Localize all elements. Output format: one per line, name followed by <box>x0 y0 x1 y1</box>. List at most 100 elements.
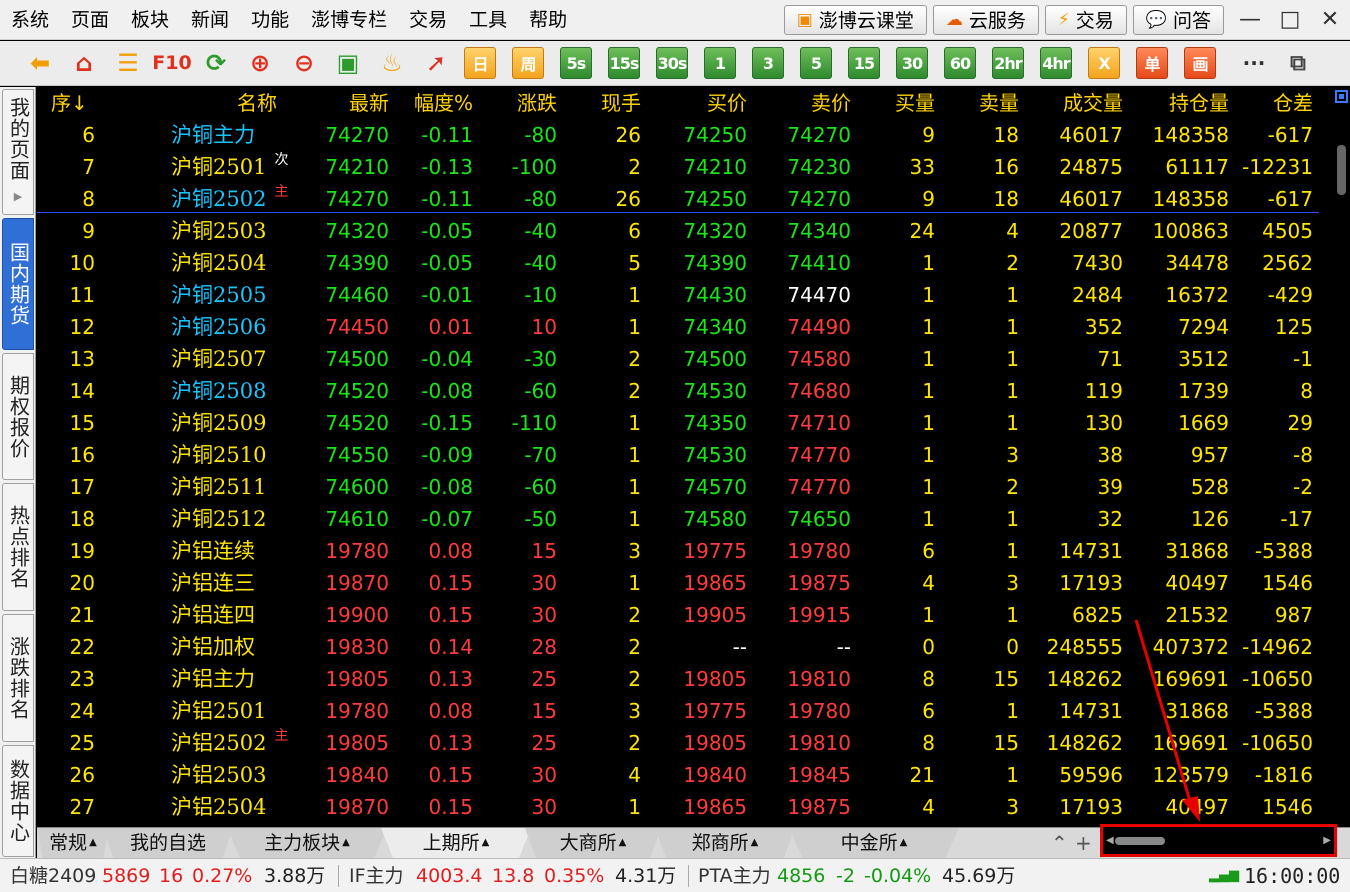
period-5s[interactable]: 5s <box>560 47 592 79</box>
refresh-icon[interactable]: ⟳ <box>194 43 238 83</box>
contract-name[interactable]: 沪铜2506 <box>171 311 266 343</box>
column-header-seq[interactable]: 序↓ <box>51 87 111 119</box>
menu-tools[interactable]: 工具 <box>458 0 518 40</box>
horizontal-scrollbar[interactable]: ◀ ▶ <box>1100 824 1337 857</box>
corner-square-icon[interactable] <box>1335 90 1348 103</box>
period-15s[interactable]: 15s <box>608 47 640 79</box>
column-header-ask[interactable]: 卖价 <box>747 87 851 119</box>
menu-column[interactable]: 澎博专栏 <box>300 0 398 40</box>
menu-sector[interactable]: 板块 <box>120 0 180 40</box>
contract-name[interactable]: 沪铜2502 主 <box>171 183 288 215</box>
column-header-chg[interactable]: 涨跌 <box>473 87 557 119</box>
vertical-scrollbar[interactable] <box>1333 87 1350 827</box>
tab-dce[interactable]: 大商所 ▲ <box>525 828 661 858</box>
ticker-name-1[interactable]: 白糖2409 <box>10 859 96 892</box>
draw-button[interactable]: 画 <box>1184 47 1216 79</box>
table-row[interactable]: 6 沪铜主力 74270 -0.11 -80 26 74250 74270 9 18 46017 14… <box>37 119 1333 151</box>
contract-name[interactable]: 沪铜2510 <box>171 439 266 471</box>
tab-general[interactable]: 常规 ▲ <box>37 828 109 858</box>
add-tab-icon[interactable]: + <box>1075 828 1092 858</box>
table-row[interactable]: 22 沪铝加权 19830 0.14 28 2 -- -- 0 0 248555 407372 -149… <box>37 631 1333 663</box>
tab-shfe[interactable]: 上期所 ▲ <box>381 828 531 858</box>
column-header-pct[interactable]: 幅度% <box>389 87 473 119</box>
contract-name[interactable]: 沪铜2504 <box>171 247 266 279</box>
menu-system[interactable]: 系统 <box>0 0 60 40</box>
table-row[interactable]: 25 沪铝2502 主 19805 0.13 25 2 19805 19810 8 15 148262… <box>37 727 1333 759</box>
table-row[interactable]: 19 沪铝连续 19780 0.08 15 3 19775 19780 6 1 14731 31868… <box>37 535 1333 567</box>
zoom-out-icon[interactable]: ⊖ <box>282 43 326 83</box>
contract-name[interactable]: 沪铝主力 <box>171 663 255 695</box>
table-row[interactable]: 15 沪铜2509 74520 -0.15 -110 1 74350 74710 1 1 130 16… <box>37 407 1333 439</box>
period-15m[interactable]: 15 <box>848 47 880 79</box>
contract-name[interactable]: 沪铜2505 <box>171 279 266 311</box>
column-header-bidv[interactable]: 买量 <box>851 87 935 119</box>
sidebar-change-ranking[interactable]: 涨跌排名 <box>2 614 34 742</box>
period-2hr[interactable]: 2hr <box>992 47 1024 79</box>
contract-name[interactable]: 沪铜2511 <box>171 471 266 503</box>
zoom-in-icon[interactable]: ⊕ <box>238 43 282 83</box>
contract-name[interactable]: 沪铜2509 <box>171 407 266 439</box>
table-row[interactable]: 8 沪铜2502 主 74270 -0.11 -80 26 74250 74270 9 18 4601… <box>37 183 1333 215</box>
contract-name[interactable]: 沪铝连四 <box>171 599 255 631</box>
period-30m[interactable]: 30 <box>896 47 928 79</box>
contract-name[interactable]: 沪铝加权 <box>171 631 255 663</box>
menu-page[interactable]: 页面 <box>60 0 120 40</box>
table-row[interactable]: 21 沪铝连四 19900 0.15 30 2 19905 19915 1 1 6825 21532 9… <box>37 599 1333 631</box>
contract-name[interactable]: 沪铜2507 <box>171 343 266 375</box>
table-row[interactable]: 16 沪铜2510 74550 -0.09 -70 1 74530 74770 1 3 38 957 -… <box>37 439 1333 471</box>
collapse-tabs-icon[interactable]: ⌃ <box>1051 828 1068 858</box>
cloud-service-button[interactable]: ☁ 云服务 <box>932 4 1039 35</box>
minimize-icon[interactable]: — <box>1230 0 1270 40</box>
contract-name[interactable]: 沪铝2504 <box>171 791 266 823</box>
period-5m[interactable]: 5 <box>800 47 832 79</box>
table-row[interactable]: 11 沪铜2505 74460 -0.01 -10 1 74430 74470 1 1 2484 16… <box>37 279 1333 311</box>
contract-name[interactable]: 沪铜主力 <box>171 119 255 151</box>
table-row[interactable]: 27 沪铝2504 19870 0.15 30 1 19865 19875 4 3 17193 404… <box>37 791 1333 823</box>
period-60m[interactable]: 60 <box>944 47 976 79</box>
close-icon[interactable]: ✕ <box>1310 0 1350 40</box>
classroom-button[interactable]: ▣ 澎博云课堂 <box>783 4 927 35</box>
order-button[interactable]: 单 <box>1136 47 1168 79</box>
contract-name[interactable]: 沪铝连续 <box>171 535 255 567</box>
more-icon[interactable]: ··· <box>1232 43 1276 83</box>
table-row[interactable]: 14 沪铜2508 74520 -0.08 -60 2 74530 74680 1 1 119 173… <box>37 375 1333 407</box>
cross-button[interactable]: X <box>1088 47 1120 79</box>
vertical-scroll-thumb[interactable] <box>1337 145 1346 195</box>
sidebar-data-center[interactable]: 数据中心 <box>2 745 34 857</box>
menu-news[interactable]: 新闻 <box>180 0 240 40</box>
ticker-name-3[interactable]: PTA主力 <box>698 859 771 892</box>
table-row[interactable]: 26 沪铝2503 19840 0.15 30 4 19840 19845 21 1 59596 12… <box>37 759 1333 791</box>
period-3m[interactable]: 3 <box>752 47 784 79</box>
period-day[interactable]: 日 <box>464 47 496 79</box>
table-row[interactable]: 20 沪铝连三 19870 0.15 30 1 19865 19875 4 3 17193 40497… <box>37 567 1333 599</box>
bell-icon[interactable]: ♨ <box>370 43 414 83</box>
period-1m[interactable]: 1 <box>704 47 736 79</box>
contract-name[interactable]: 沪铝2502 主 <box>171 727 288 759</box>
column-header-bid[interactable]: 买价 <box>641 87 747 119</box>
contract-name[interactable]: 沪铜2501 次 <box>171 151 288 183</box>
notes-icon[interactable]: ☰ <box>106 43 150 83</box>
column-header-last[interactable]: 最新 <box>287 87 389 119</box>
sidebar-options-quotes[interactable]: 期权报价 <box>2 353 34 480</box>
export-icon[interactable]: ⧉ <box>1276 43 1320 83</box>
table-row[interactable]: 7 沪铜2501 次 74210 -0.13 -100 2 74210 74230 33 16 248… <box>37 151 1333 183</box>
sidebar-hot-ranking[interactable]: 热点排名 <box>2 483 34 611</box>
scroll-left-icon[interactable]: ◀ <box>1106 835 1114 846</box>
table-row[interactable]: 18 沪铜2512 74610 -0.07 -50 1 74580 74650 1 1 32 126 -… <box>37 503 1333 535</box>
table-row[interactable]: 9 沪铜2503 74320 -0.05 -40 6 74320 74340 24 4 20877 1… <box>37 215 1333 247</box>
horizontal-scroll-thumb[interactable] <box>1115 837 1165 845</box>
tab-czce[interactable]: 郑商所 ▲ <box>655 828 795 858</box>
table-row[interactable]: 23 沪铝主力 19805 0.13 25 2 19805 19810 8 15 148262 169… <box>37 663 1333 695</box>
qa-button[interactable]: 💬 问答 <box>1132 4 1224 35</box>
windows-icon[interactable]: ▣ <box>326 43 370 83</box>
scroll-right-icon[interactable]: ▶ <box>1323 835 1331 846</box>
column-header-vol[interactable]: 成交量 <box>1019 87 1123 119</box>
contract-name[interactable]: 沪铜2512 <box>171 503 266 535</box>
contract-name[interactable]: 沪铝连三 <box>171 567 255 599</box>
table-row[interactable]: 13 沪铜2507 74500 -0.04 -30 2 74500 74580 1 1 71 3512… <box>37 343 1333 375</box>
menu-function[interactable]: 功能 <box>240 0 300 40</box>
tab-main-sectors[interactable]: 主力板块 ▲ <box>227 828 387 858</box>
menu-help[interactable]: 帮助 <box>518 0 578 40</box>
contract-name[interactable]: 沪铝2503 <box>171 759 266 791</box>
table-row[interactable]: 12 沪铜2506 74450 0.01 10 1 74340 74490 1 1 352 7294 1… <box>37 311 1333 343</box>
